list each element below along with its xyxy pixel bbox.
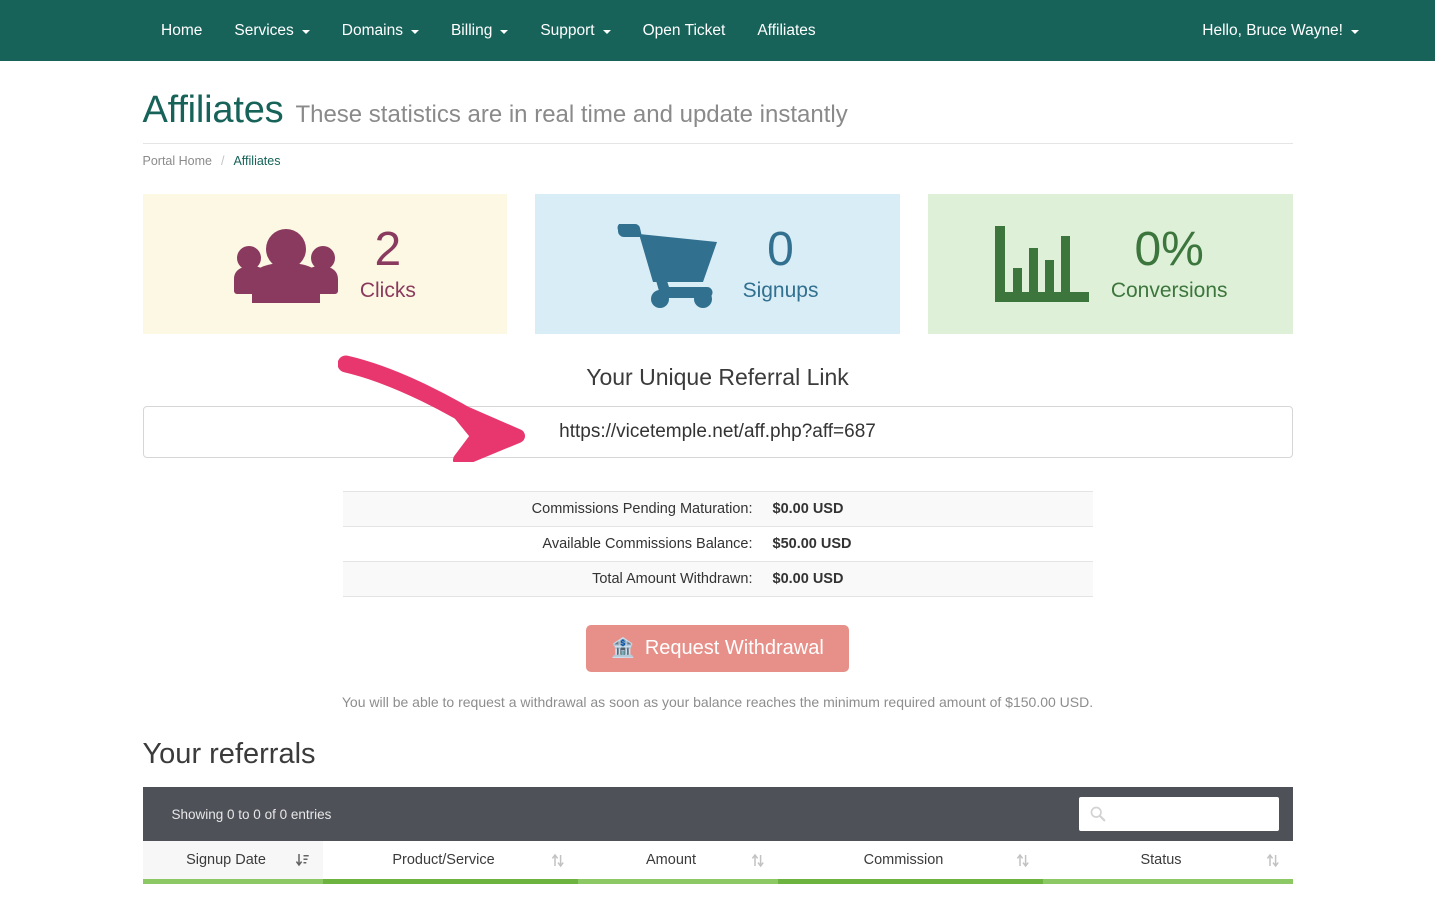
table-header-row: Signup Date Product/Service Amount Commi… [142,841,1293,884]
nav-item-label: Home [161,21,203,39]
table-row: Available Commissions Balance: $50.00 US… [342,527,1093,562]
nav-item-affiliates[interactable]: Affiliates [741,0,831,61]
page-header: Affiliates These statistics are in real … [142,61,1293,144]
stat-label-signups: Signups [742,279,819,303]
datatable-toolbar: Showing 0 to 0 of 0 entries [142,787,1293,841]
nav-item-label: Support [540,21,595,39]
nav-item-billing[interactable]: Billing [435,0,524,61]
column-header-status[interactable]: Status [1042,841,1293,884]
chevron-down-icon [602,29,611,34]
table-row: Total Amount Withdrawn: $0.00 USD [342,561,1093,597]
commissions-summary-table: Commissions Pending Maturation: $0.00 US… [342,491,1093,597]
datatable-search-input[interactable] [1078,797,1279,831]
column-header-amount[interactable]: Amount [577,841,778,884]
bank-icon: 🏦 [611,638,635,659]
column-header-product-service[interactable]: Product/Service [322,841,578,884]
nav-item-label: Affiliates [757,21,816,39]
request-withdrawal-label: Request Withdrawal [644,637,824,659]
user-account-menu[interactable]: Hello, Bruce Wayne! [1186,0,1375,61]
nav-item-home[interactable]: Home [145,0,218,61]
referrals-table: Signup Date Product/Service Amount Commi… [142,841,1293,909]
primary-nav: Home Services Domains Billing Support Op… [145,0,832,61]
stat-text-signups: 0 Signups [742,222,819,303]
cart-icon [617,220,721,308]
commission-row-label: Commissions Pending Maturation: [531,501,753,517]
sort-both-icon [1266,853,1279,867]
referrals-table-body: No Records Found [142,881,1293,909]
nav-item-services[interactable]: Services [218,0,325,61]
commission-row-value: $0.00 USD [772,571,844,587]
user-greeting-label: Hello, Bruce Wayne! [1202,21,1343,39]
table-row: Commissions Pending Maturation: $0.00 US… [342,491,1093,527]
sort-both-icon [551,853,564,867]
stat-card-clicks: 2 Clicks [142,194,508,334]
bar-chart-icon [993,224,1089,304]
nav-item-label: Domains [341,21,403,39]
chevron-down-icon [500,29,509,34]
user-menu-area: Hello, Bruce Wayne! [1186,0,1375,61]
withdrawal-note: You will be able to request a withdrawal… [341,694,1094,710]
nav-item-label: Services [234,21,294,39]
chevron-down-icon [410,29,419,34]
column-header-label: Status [1140,852,1182,868]
empty-message: No Records Found [142,881,1293,909]
commission-row-label: Total Amount Withdrawn: [592,571,753,587]
stat-text-clicks: 2 Clicks [359,222,416,303]
breadcrumb-separator: / [220,154,225,168]
referral-link-input[interactable] [142,406,1293,458]
stat-value-signups: 0 [767,222,794,276]
breadcrumb: Portal Home / Affiliates [143,144,1293,168]
chevron-down-icon [1351,29,1359,34]
stat-value-conversions: 0% [1134,222,1204,276]
column-header-label: Commission [863,852,944,868]
chevron-down-icon [301,29,310,34]
column-header-label: Product/Service [392,852,495,868]
nav-item-support[interactable]: Support [524,0,626,61]
column-header-commission[interactable]: Commission [777,841,1043,884]
nav-item-open-ticket[interactable]: Open Ticket [627,0,742,61]
stat-label-clicks: Clicks [359,279,416,303]
column-header-label: Signup Date [186,852,266,868]
page-title: Affiliates [142,89,284,131]
top-navbar: Home Services Domains Billing Support Op… [0,0,1435,61]
referrals-section-title: Your referrals [142,738,316,770]
datatable-showing-info: Showing 0 to 0 of 0 entries [171,806,332,822]
commission-row-value: $0.00 USD [772,501,844,517]
table-row-empty: No Records Found [142,881,1293,909]
stats-row: 2 Clicks 0 Signups 0% Conversions [142,194,1293,334]
page-subtitle: These statistics are in real time and up… [295,101,848,128]
page-container: Affiliates These statistics are in real … [142,61,1293,909]
column-header-label: Amount [646,852,696,868]
stat-text-conversions: 0% Conversions [1110,222,1228,303]
stat-card-conversions: 0% Conversions [927,194,1293,334]
commission-row-label: Available Commissions Balance: [542,536,753,552]
stat-card-signups: 0 Signups [535,194,900,334]
column-header-signup-date[interactable]: Signup Date [142,841,323,884]
stat-value-clicks: 2 [374,222,402,276]
nav-item-label: Billing [450,21,493,39]
withdrawal-section: 🏦 Request Withdrawal [143,625,1293,672]
referral-link-title: Your Unique Referral Link [586,364,849,390]
breadcrumb-portal-home[interactable]: Portal Home [143,154,212,168]
sort-desc-icon [295,853,309,866]
datatable-search-wrapper [1078,797,1279,831]
sort-both-icon [751,853,764,867]
stat-label-conversions: Conversions [1110,279,1228,303]
referral-link-section: Your Unique Referral Link [142,355,1293,467]
breadcrumb-affiliates[interactable]: Affiliates [233,154,280,168]
referrals-table-head: Signup Date Product/Service Amount Commi… [142,841,1293,884]
users-icon [233,225,338,303]
nav-item-domains[interactable]: Domains [326,0,435,61]
commission-row-value: $50.00 USD [772,536,852,552]
request-withdrawal-button[interactable]: 🏦 Request Withdrawal [586,625,849,672]
nav-item-label: Open Ticket [642,21,726,39]
sort-both-icon [1016,853,1029,867]
